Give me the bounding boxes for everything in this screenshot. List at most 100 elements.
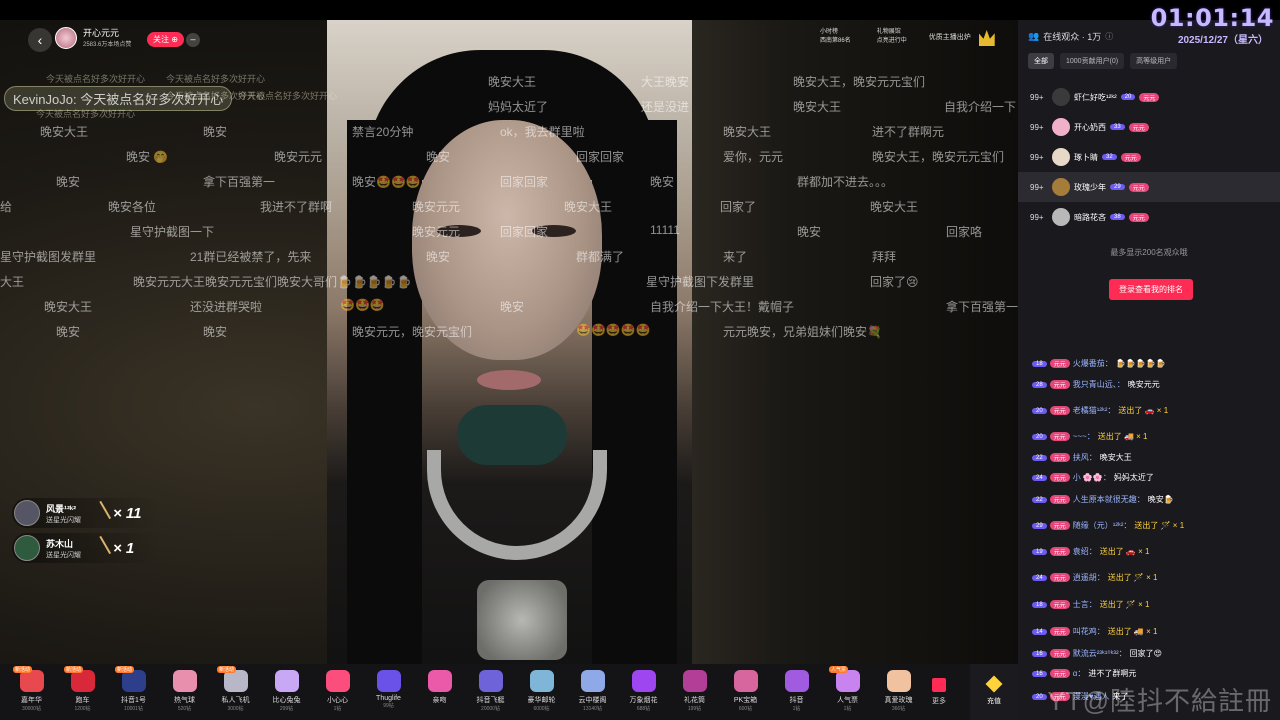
more-gifts-button[interactable]: 更多: [924, 664, 954, 720]
chat-text: 送出了 🪄 × 1: [1099, 600, 1150, 609]
gift-item[interactable]: 亲吻: [414, 664, 465, 720]
user-avatar: [14, 535, 40, 561]
chat-username[interactable]: 袁绍：: [1073, 546, 1097, 557]
gift-item[interactable]: 云中楼阁 13140钻: [567, 664, 618, 720]
gift-icon: [376, 670, 401, 692]
chat-text: 送出了 🚗 × 1: [1118, 406, 1169, 415]
level-badge: 38: [1110, 214, 1125, 220]
badge-line: 礼物展馆: [876, 29, 901, 35]
gift-price: 1钻: [792, 706, 801, 712]
gift-price: 600钻: [738, 706, 753, 712]
gift-tag: 新活动: [115, 666, 135, 673]
gift-notification: 苏木山 送星光闪耀 × 1: [12, 533, 162, 563]
gift-item[interactable]: Thuglife 99钻: [363, 664, 414, 720]
follow-button[interactable]: 关注 ⊕: [147, 32, 184, 47]
tab-contributors[interactable]: 1000贡献用户(0): [1060, 53, 1125, 69]
viewer-row[interactable]: 99+ 虾仁好吃¹²ᵏ² 20 元元: [1018, 82, 1280, 112]
right-eye: [532, 225, 576, 237]
gift-hall-badge[interactable]: 礼物展馆 点亮进行中: [877, 28, 907, 46]
crown-icon[interactable]: [978, 30, 995, 46]
gift-tag: 新活动: [64, 666, 84, 673]
viewer-row[interactable]: 99+ 暗路花吝 38 元元: [1018, 202, 1280, 232]
gift-name: 抖音飞艇: [476, 697, 505, 704]
follow-label: 关注: [153, 35, 169, 44]
gift-item[interactable]: 新活动 私人飞机 3000钻: [210, 664, 261, 720]
gift-price: 13140钻: [583, 706, 602, 712]
chat-feed: 18 元元 火爆番茄： 🍺🍺🍺🍺🍺 28 元元 我只青山远、： 晚安元元 20 元元 老橘猫¹²ᵏ²…: [1018, 330, 1280, 720]
fan-badge: 元元: [1049, 669, 1070, 678]
gift-item[interactable]: 人气票 人气票 1钻: [822, 664, 873, 720]
gift-icon: [631, 670, 656, 692]
gift-item[interactable]: 真爱玫瑰 366钻: [873, 664, 924, 720]
face: [412, 120, 602, 360]
fan-badge: 元元: [1049, 380, 1070, 389]
gift-icon: [325, 670, 350, 692]
chat-username[interactable]: 我只青山远、：: [1073, 379, 1125, 390]
streamer-video: [327, 20, 692, 664]
gift-item[interactable]: 抖音 1钻: [771, 664, 822, 720]
gift-item[interactable]: 热气球 520钻: [159, 664, 210, 720]
gift-item[interactable]: 抖音飞艇 20000钻: [465, 664, 516, 720]
gift-sender-name: 风景¹²ᵏ²: [46, 503, 77, 514]
gift-item[interactable]: 比心兔兔 299钻: [261, 664, 312, 720]
chat-username[interactable]: 逍遥胡：: [1073, 572, 1105, 583]
gift-item[interactable]: PK宝箱 600钻: [720, 664, 771, 720]
level-badge: 29: [1032, 522, 1047, 529]
user-avatar: [14, 500, 40, 526]
fan-badge: 元元: [1139, 92, 1160, 102]
viewer-avatar: [1052, 148, 1070, 166]
chevron-left-icon: ‹: [37, 32, 43, 48]
gift-item[interactable]: 小心心 1钻: [312, 664, 363, 720]
viewer-row[interactable]: 99+ 琢卜睛 32 元元: [1018, 142, 1280, 172]
gift-count: × 11: [113, 504, 142, 522]
chat-username[interactable]: 默流云²³ᵏ¹⁰ᵏ³²：: [1073, 648, 1127, 659]
gift-box-icon: [932, 678, 946, 692]
gift-item[interactable]: 新活动 嘉年华 30000钻: [6, 664, 57, 720]
live-stream-area[interactable]: [0, 20, 1018, 664]
anchor-info[interactable]: 开心元元 2583.6万本场点赞: [55, 27, 131, 49]
tab-all[interactable]: 全部: [1028, 53, 1054, 69]
chat-message: 18 元元 火爆番茄： 🍺🍺🍺🍺🍺: [1018, 358, 1166, 369]
tab-high-level[interactable]: 高等级用户: [1130, 53, 1178, 69]
chat-username[interactable]: 人生原本就很无趣：: [1073, 494, 1145, 505]
chat-username[interactable]: 小 🌸🌸：: [1073, 472, 1111, 483]
chat-username[interactable]: 扶风：: [1073, 452, 1097, 463]
magic-wand-icon: [88, 500, 112, 526]
level-badge: 16: [1032, 670, 1047, 677]
watermark: YT@陸抖不給註冊: [1047, 686, 1272, 716]
gift-item[interactable]: 礼花筒 199钻: [669, 664, 720, 720]
quality-anchor-badge[interactable]: 优质主播出炉: [929, 33, 971, 46]
gift-item[interactable]: 新活动 跑车 1200钻: [57, 664, 108, 720]
viewer-row[interactable]: 99+ 开心奶西 33 元元: [1018, 112, 1280, 142]
hair-left: [347, 120, 422, 664]
chat-username[interactable]: 叫花鸡：: [1073, 626, 1105, 637]
audience-tabs: 全部 1000贡献用户(0) 高等级用户: [1028, 53, 1178, 69]
level-badge: 16: [1032, 650, 1047, 657]
badge-line: 小时榜: [820, 29, 839, 35]
login-rank-button[interactable]: 登录查看我的排名: [1109, 279, 1193, 300]
back-button[interactable]: ‹: [28, 28, 52, 52]
level-badge: 20: [1120, 94, 1136, 100]
hourly-rank-badge[interactable]: 小时榜 西南第86名: [820, 28, 851, 46]
chat-text: 🍺🍺🍺🍺🍺: [1115, 359, 1166, 368]
help-icon[interactable]: ⓘ: [1105, 31, 1113, 42]
gift-count: × 1: [113, 539, 135, 557]
anchor-avatar[interactable]: [55, 27, 77, 49]
gift-icon: [733, 670, 758, 692]
more-gifts-label: 更多: [932, 698, 946, 705]
gift-item[interactable]: 万象烟花 688钻: [618, 664, 669, 720]
gift-item[interactable]: 豪华邮轮 6000钻: [516, 664, 567, 720]
more-options-icon[interactable]: –: [186, 33, 200, 47]
gift-name: 比心兔兔: [272, 697, 301, 704]
chat-username[interactable]: 随缘（元）¹²ᵏ²：: [1073, 520, 1132, 531]
chat-text: 送出了 🪄 × 1: [1107, 573, 1158, 582]
overlay-date: 2025/12/27（星六）: [1177, 35, 1268, 46]
chat-username[interactable]: 士言：: [1073, 599, 1097, 610]
recharge-button[interactable]: 充值: [970, 664, 1018, 720]
viewer-row[interactable]: 99+ 玫瑰少年 29 元元: [1018, 172, 1280, 202]
chat-username[interactable]: α：: [1073, 668, 1086, 679]
chat-username[interactable]: ~~~：: [1073, 431, 1095, 442]
chat-username[interactable]: 火爆番茄：: [1073, 358, 1113, 369]
chat-username[interactable]: 老橘猫¹²ᵏ²：: [1073, 405, 1116, 416]
gift-item[interactable]: 新活动 抖音1号 10001钻: [108, 664, 159, 720]
